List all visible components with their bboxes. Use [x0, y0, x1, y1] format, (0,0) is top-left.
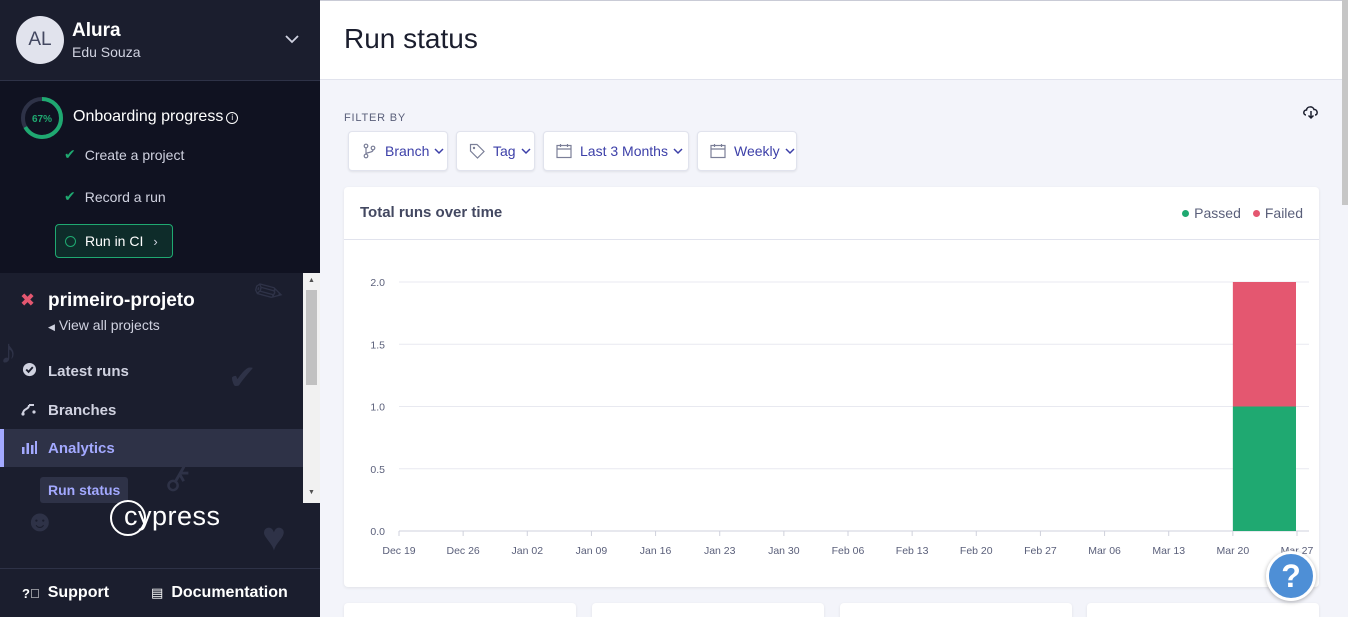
page-scrollbar[interactable]: [1342, 0, 1348, 205]
page-title: Run status: [344, 23, 478, 54]
runs-over-time-card: Total runs over time Passed Failed 0.0 0.…: [344, 187, 1319, 587]
view-all-projects-link[interactable]: ◀ View all projects: [48, 317, 160, 333]
download-icon[interactable]: [1302, 104, 1320, 120]
check-icon: ✔: [64, 146, 76, 162]
x-tick-label: Mar 13: [1152, 545, 1185, 557]
calendar-icon: [556, 144, 572, 159]
check-icon: ✔: [64, 188, 76, 204]
x-tick-label: Jan 09: [576, 545, 608, 557]
passed-dot: [1182, 209, 1190, 217]
org-name: Alura: [72, 20, 121, 41]
cat-icon: ☻: [24, 505, 56, 538]
x-tick-label: Jan 23: [704, 545, 736, 557]
circle-icon: [65, 235, 76, 247]
y-tick-label: 1.5: [370, 339, 385, 351]
chevron-right-icon: ›: [153, 233, 158, 249]
chevron-down-icon[interactable]: [284, 31, 300, 47]
check-circle-icon: [20, 362, 38, 380]
cypress-logo: cypress: [110, 500, 221, 536]
scroll-down-arrow[interactable]: ▼: [306, 488, 317, 498]
legend-passed[interactable]: Passed: [1182, 205, 1241, 221]
x-tick-label: Mar 06: [1088, 545, 1121, 557]
account-switcher[interactable]: AL Alura Edu Souza: [0, 0, 320, 81]
onboarding-title: Onboarding progress i: [73, 108, 239, 126]
tag-icon: [469, 143, 485, 159]
tag-filter[interactable]: Tag: [456, 131, 535, 171]
heart-icon: ♥: [262, 515, 286, 559]
y-tick-label: 2.0: [370, 277, 385, 289]
help-button[interactable]: ?: [1266, 551, 1316, 601]
nav-item-latest-runs[interactable]: Latest runs: [0, 352, 303, 390]
question-circle-icon: ?⃝: [22, 585, 40, 601]
page-header: Run status: [320, 0, 1348, 80]
date-range-filter[interactable]: Last 3 Months: [543, 131, 689, 171]
chevron-down-icon: [521, 148, 531, 155]
bar-passed: [1232, 406, 1296, 531]
x-tick-label: Jan 30: [768, 545, 800, 557]
metric-card: [592, 603, 824, 617]
interval-filter[interactable]: Weekly: [697, 131, 797, 171]
nav-item-branches[interactable]: Branches: [0, 391, 303, 429]
filter-heading: FILTER BY: [344, 112, 407, 124]
metric-card: [840, 603, 1072, 617]
branch-icon: [20, 402, 38, 419]
onboarding-step: ✔ Create a project: [64, 146, 185, 163]
x-tick-label: Feb 20: [960, 545, 993, 557]
x-tick-label: Mar 20: [1217, 545, 1250, 557]
documentation-link[interactable]: ▤ Documentation: [151, 584, 288, 602]
caret-left-icon: ◀: [48, 322, 55, 332]
branch-filter[interactable]: Branch: [348, 131, 448, 171]
info-icon[interactable]: i: [226, 112, 239, 124]
x-tick-label: Feb 13: [896, 545, 929, 557]
x-tick-label: Jan 02: [512, 545, 544, 557]
onboarding-progress-ring: 67%: [21, 97, 63, 139]
x-tick-label: Jan 16: [640, 545, 672, 557]
x-tick-label: Feb 06: [832, 545, 865, 557]
legend-failed[interactable]: Failed: [1252, 205, 1303, 221]
metric-card: [1087, 603, 1319, 617]
scrollbar-thumb[interactable]: [306, 290, 317, 385]
project-name: primeiro-projeto: [48, 290, 195, 311]
metric-card: [344, 603, 576, 617]
chart-legend: Passed Failed: [1170, 205, 1303, 221]
scroll-up-arrow[interactable]: ▲: [306, 276, 317, 286]
user-name: Edu Souza: [72, 44, 141, 60]
support-link[interactable]: ?⃝ Support: [22, 584, 109, 602]
avatar: AL: [16, 16, 64, 64]
git-branch-icon: [363, 143, 376, 159]
failed-status-icon: ✖: [20, 290, 36, 310]
y-tick-label: 0.0: [370, 526, 385, 538]
y-tick-label: 0.5: [370, 464, 385, 476]
x-tick-label: Dec 26: [447, 545, 480, 557]
chart-title: Total runs over time: [360, 204, 503, 221]
chevron-down-icon: [673, 148, 683, 155]
wrench-icon: ✎: [247, 273, 292, 317]
x-tick-label: Feb 27: [1024, 545, 1057, 557]
run-in-ci-button[interactable]: Run in CI ›: [55, 224, 173, 258]
sidebar-footer: ?⃝ Support ▤ Documentation: [0, 568, 320, 617]
nav-item-analytics[interactable]: Analytics: [0, 429, 303, 467]
y-tick-label: 1.0: [370, 402, 385, 414]
bar-chart-icon: [20, 440, 38, 457]
runs-chart: 0.0 0.5 1.0 1.5 2.0 Dec 19 Dec 26 Jan 02 Jan 09 J…: [370, 277, 1313, 557]
book-icon: ▤: [151, 585, 164, 600]
bar-failed: [1232, 282, 1296, 407]
chevron-down-icon: [785, 148, 795, 155]
onboarding-percent: 67%: [32, 114, 52, 125]
calendar-icon: [710, 144, 726, 159]
onboarding-step: ✔ Record a run: [64, 188, 166, 205]
x-tick-label: Dec 19: [382, 545, 415, 557]
chevron-down-icon: [434, 148, 444, 155]
failed-dot: [1252, 209, 1260, 217]
